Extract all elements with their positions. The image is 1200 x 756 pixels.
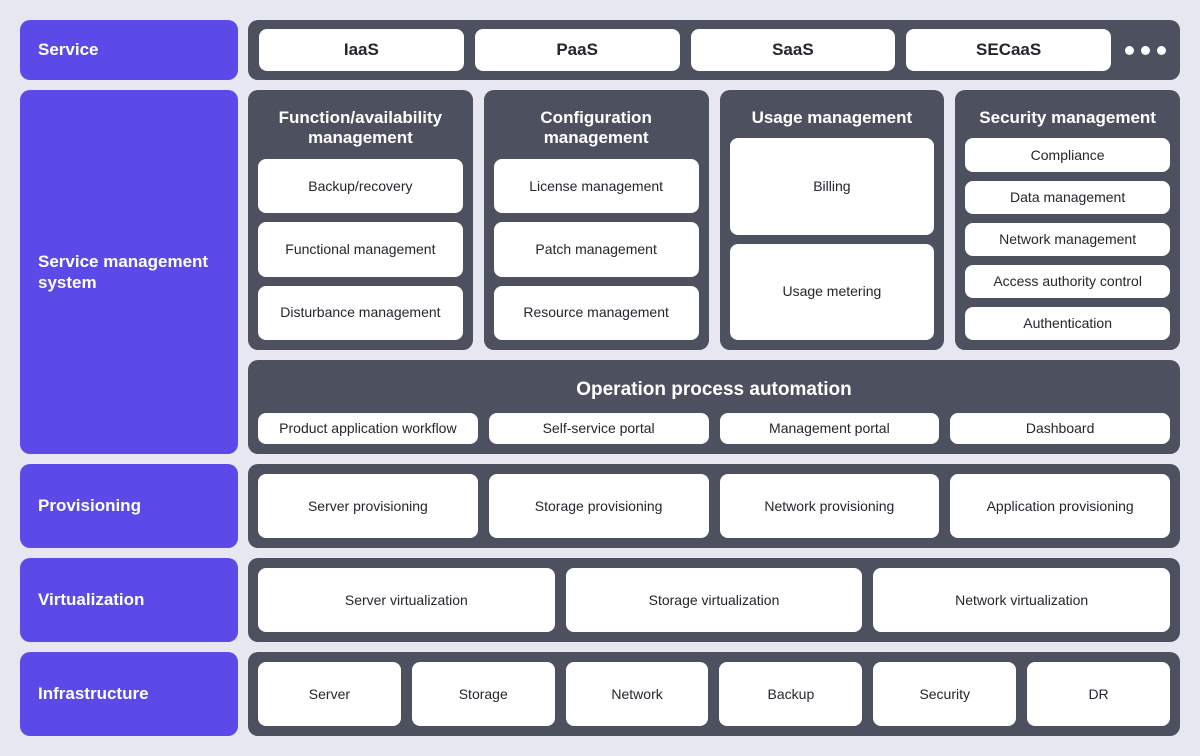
column-title: Usage management bbox=[751, 108, 913, 127]
list-item[interactable]: Server virtualization bbox=[258, 568, 555, 632]
column-items: Compliance Data management Network manag… bbox=[965, 138, 1170, 341]
list-item[interactable]: Storage provisioning bbox=[488, 474, 709, 538]
list-item[interactable]: Server bbox=[258, 662, 401, 726]
list-item[interactable]: Billing bbox=[729, 138, 935, 235]
list-item[interactable]: Self-service portal bbox=[488, 413, 709, 444]
list-item[interactable]: Dashboard bbox=[950, 413, 1170, 444]
column-items: Billing Usage metering bbox=[729, 138, 935, 341]
list-item[interactable]: Network bbox=[565, 662, 709, 726]
service-model-iaas[interactable]: IaaS bbox=[259, 29, 464, 71]
management-column-function-availability: Function/availability management Backup/… bbox=[248, 90, 473, 350]
column-title: Configuration management bbox=[540, 108, 652, 148]
list-item[interactable]: Product application workflow bbox=[258, 413, 478, 444]
column-items: Backup/recovery Functional management Di… bbox=[258, 158, 463, 340]
management-column-usage: Usage management Billing Usage metering bbox=[719, 90, 945, 350]
content-stack: IaaS PaaS SaaS SECaaS Function/availabil… bbox=[248, 20, 1180, 736]
list-item[interactable]: Storage virtualization bbox=[565, 568, 863, 632]
list-item[interactable]: Disturbance management bbox=[258, 285, 463, 340]
list-item[interactable]: Network virtualization bbox=[873, 568, 1171, 632]
cloud-service-architecture-diagram: Service Service management system Provis… bbox=[0, 0, 1200, 756]
service-model-saas[interactable]: SaaS bbox=[690, 29, 896, 71]
rail-label-service-management-system: Service management system bbox=[38, 251, 209, 292]
provisioning-band: Server provisioning Storage provisioning… bbox=[248, 464, 1180, 548]
virtualization-band: Server virtualization Storage virtualiza… bbox=[248, 558, 1180, 642]
rail-label-service: Service bbox=[38, 40, 99, 60]
rail-item-service[interactable]: Service bbox=[20, 20, 238, 80]
list-item[interactable]: Security bbox=[873, 662, 1017, 726]
list-item[interactable]: Compliance bbox=[965, 138, 1170, 172]
ellipsis-dot-2 bbox=[1140, 45, 1150, 55]
list-item[interactable]: Functional management bbox=[258, 222, 463, 277]
list-item[interactable]: Data management bbox=[965, 180, 1170, 214]
column-title: Security management bbox=[979, 108, 1156, 127]
management-column-configuration: Configuration management License managem… bbox=[483, 90, 709, 350]
service-model-secaas[interactable]: SECaaS bbox=[906, 29, 1111, 71]
list-item[interactable]: License management bbox=[493, 158, 699, 214]
list-item[interactable]: Patch management bbox=[493, 222, 699, 277]
list-item[interactable]: DR bbox=[1027, 662, 1170, 726]
list-item[interactable]: Management portal bbox=[719, 413, 940, 444]
rail-item-infrastructure[interactable]: Infrastructure bbox=[20, 652, 238, 736]
list-item[interactable]: Server provisioning bbox=[258, 474, 478, 538]
panel-title: Operation process automation bbox=[576, 379, 852, 400]
list-item[interactable]: Backup bbox=[719, 662, 863, 726]
rail-label-virtualization: Virtualization bbox=[38, 590, 145, 610]
layer-rail: Service Service management system Provis… bbox=[20, 20, 238, 736]
rail-label-infrastructure: Infrastructure bbox=[38, 684, 149, 704]
management-columns: Function/availability management Backup/… bbox=[248, 90, 1180, 350]
panel-items: Product application workflow Self-servic… bbox=[258, 413, 1170, 444]
column-title: Function/availability management bbox=[278, 108, 443, 148]
service-model-paas[interactable]: PaaS bbox=[474, 29, 680, 71]
management-column-security: Security management Compliance Data mana… bbox=[955, 90, 1180, 350]
rail-label-provisioning: Provisioning bbox=[38, 496, 141, 516]
operation-process-automation-panel: Operation process automation Product app… bbox=[248, 360, 1180, 454]
column-items: License management Patch management Reso… bbox=[493, 158, 699, 340]
list-item[interactable]: Access authority control bbox=[965, 264, 1170, 298]
list-item[interactable]: Resource management bbox=[493, 285, 699, 340]
list-item[interactable]: Authentication bbox=[965, 306, 1170, 341]
ellipsis-dot-1 bbox=[1124, 45, 1134, 55]
rail-item-virtualization[interactable]: Virtualization bbox=[20, 558, 238, 642]
ellipsis-dot-3 bbox=[1156, 45, 1166, 55]
ellipsis-icon[interactable] bbox=[1122, 29, 1168, 71]
rail-item-service-management-system[interactable]: Service management system bbox=[20, 90, 238, 454]
rail-item-provisioning[interactable]: Provisioning bbox=[20, 464, 238, 548]
list-item[interactable]: Network management bbox=[965, 222, 1170, 256]
service-model-row: IaaS PaaS SaaS SECaaS bbox=[248, 20, 1180, 80]
list-item[interactable]: Application provisioning bbox=[950, 474, 1170, 538]
list-item[interactable]: Network provisioning bbox=[719, 474, 940, 538]
list-item[interactable]: Backup/recovery bbox=[258, 158, 463, 214]
infrastructure-band: Server Storage Network Backup Security D… bbox=[248, 652, 1180, 736]
list-item[interactable]: Storage bbox=[411, 662, 555, 726]
list-item[interactable]: Usage metering bbox=[729, 243, 935, 341]
